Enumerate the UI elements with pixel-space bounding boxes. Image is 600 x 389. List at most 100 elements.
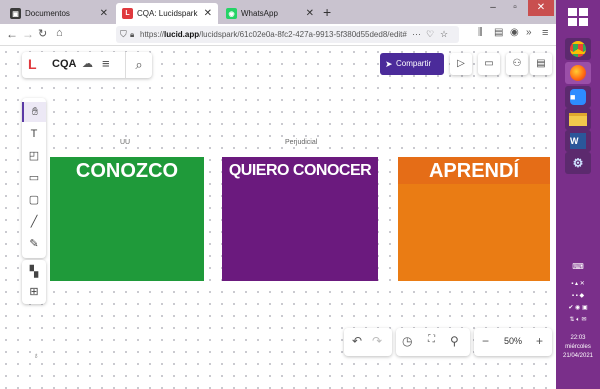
text-tool-icon[interactable]: T — [22, 124, 46, 144]
tab-label: CQA: Lucidspark — [137, 9, 198, 18]
pen-tool-icon[interactable]: ✎ — [22, 234, 46, 254]
account-icon[interactable]: ◉ — [510, 27, 519, 38]
url-prefix: https:// — [140, 30, 165, 39]
sticky-note-tool-icon[interactable]: ◰ — [22, 146, 46, 166]
network-app-icon[interactable]: ⚙ — [565, 152, 591, 174]
card-title: QUIERO CONOCER — [228, 162, 372, 179]
overflow-icon[interactable]: » — [526, 27, 532, 38]
send-icon: ➤ — [385, 59, 393, 69]
undo-redo-group: ↶ ↷ — [344, 328, 392, 356]
reload-icon[interactable]: ↻ — [38, 27, 47, 40]
zoom-app-icon[interactable]: ■ — [565, 86, 591, 108]
shape-tool-icon[interactable]: ▭ — [22, 168, 46, 188]
notes-icon: ▤ — [536, 58, 546, 69]
column-label: Perjudicial — [285, 139, 318, 146]
card-title: CONOZCO — [75, 160, 179, 182]
left-toolbar-extra: ▚ ⊞ — [22, 260, 46, 304]
browser-menu-icon[interactable]: ≡ — [542, 27, 548, 39]
table-icon[interactable]: ⊞ — [22, 282, 46, 302]
present-icon: ▷ — [457, 58, 465, 69]
windows-start-icon[interactable] — [568, 8, 588, 26]
fit-to-screen-icon[interactable]: ⛶ — [428, 334, 435, 345]
tray-icons-row[interactable]: ⇅ 🔈︎ ✉ — [560, 316, 596, 324]
bookmark-star-icon[interactable]: ☆ — [440, 26, 448, 43]
line-tool-icon[interactable]: ╱ — [22, 212, 46, 232]
card-quiero-conocer[interactable]: QUIERO CONOCER — [222, 157, 378, 281]
lucid-logo[interactable]: L — [28, 56, 37, 72]
search-button[interactable]: ⌕ — [125, 52, 152, 78]
lucid-footer-icon: ♁ — [33, 351, 39, 360]
card-conozco[interactable]: CONOZCO — [50, 157, 204, 281]
documents-favicon-icon: ▣ — [10, 8, 21, 19]
minimize-button[interactable]: – — [482, 0, 504, 16]
maximize-button[interactable]: ▫ — [504, 0, 526, 16]
window-close-button[interactable]: ✕ — [528, 0, 554, 16]
url-host: lucid.app — [164, 30, 200, 39]
document-title[interactable]: CQA — [52, 58, 76, 70]
back-icon[interactable]: ← — [6, 27, 18, 41]
left-toolbar: ✋︎ T ◰ ▭ ▢ ╱ ✎ — [22, 98, 46, 258]
firefox-icon[interactable] — [565, 62, 591, 84]
tab-label: Documentos — [25, 9, 70, 18]
tray-icons-row[interactable]: ▪ ▴ ✕ — [560, 280, 596, 287]
comments-button[interactable]: ▭ — [478, 53, 500, 75]
menu-icon[interactable]: ≡ — [102, 56, 110, 71]
board-canvas[interactable]: L CQA ☁ ≡ ⌕ ➤ Compartir ▷ ▭ ⚇ ▤ ✋︎ T ◰ ▭… — [0, 46, 556, 389]
clock-time: 22:03 — [570, 335, 586, 341]
page-actions-icon[interactable]: ··· — [412, 26, 421, 43]
location-icon[interactable]: ⚲ — [450, 334, 459, 348]
card-title: APRENDÍ — [428, 160, 519, 182]
tab-label: WhatsApp — [241, 9, 278, 18]
close-icon[interactable]: ✕ — [100, 8, 108, 19]
hand-tool-icon[interactable]: ✋︎ — [22, 102, 46, 122]
templates-icon[interactable]: ▚ — [22, 262, 46, 282]
navigation-bar: ← → ↻ ⌂ ⛉ 🔒︎ https://lucid.app/lucidspar… — [0, 24, 556, 46]
close-icon[interactable]: ✕ — [204, 8, 212, 19]
tray-icons-row[interactable]: ✔ ◉ ▣ — [560, 304, 596, 311]
history-icon[interactable]: ◷ — [402, 334, 412, 348]
browser-tab-bar: ▣ Documentos ✕ L CQA: Lucidspark ✕ ◉ Wha… — [0, 0, 556, 24]
home-icon[interactable]: ⌂ — [56, 27, 63, 39]
notes-button[interactable]: ▤ — [530, 53, 552, 75]
whatsapp-favicon-icon: ◉ — [226, 8, 237, 19]
clock-day: miércoles — [565, 344, 591, 350]
close-icon[interactable]: ✕ — [306, 8, 314, 19]
collaborators-button[interactable]: ⚇ — [506, 53, 528, 75]
undo-icon[interactable]: ↶ — [352, 334, 362, 348]
library-icon[interactable]: ⫼ — [478, 27, 483, 38]
tab-documentos[interactable]: ▣ Documentos ✕ — [4, 3, 114, 24]
cloud-sync-icon: ☁ — [82, 58, 93, 70]
pocket-icon[interactable]: ♡ — [426, 26, 434, 43]
comment-icon: ▭ — [484, 58, 494, 69]
share-label: Compartir — [396, 59, 432, 68]
forward-icon[interactable]: → — [22, 27, 34, 41]
zoom-out-button[interactable]: − — [482, 334, 489, 348]
tab-whatsapp[interactable]: ◉ WhatsApp ✕ — [220, 3, 320, 24]
zoom-in-button[interactable]: + — [536, 334, 543, 348]
reader-view-icon[interactable]: ▤ — [494, 27, 503, 38]
chrome-icon[interactable] — [565, 38, 591, 60]
keyboard-icon[interactable]: ⌨ — [560, 262, 596, 271]
zoom-level[interactable]: 50% — [504, 336, 522, 346]
file-explorer-icon[interactable] — [565, 108, 591, 130]
word-icon[interactable]: W — [565, 130, 591, 152]
app-toolbar: L CQA ☁ ≡ ⌕ — [22, 52, 152, 78]
url-path: /lucidspark/61c02e0a-8fc2-427a-9913-5f38… — [199, 30, 407, 39]
redo-icon[interactable]: ↷ — [372, 334, 382, 348]
system-clock[interactable]: 22:03 miércoles 21/04/2021 — [558, 334, 598, 361]
new-tab-button[interactable]: + — [323, 4, 331, 20]
tab-lucidspark[interactable]: L CQA: Lucidspark ✕ — [116, 3, 218, 24]
present-button[interactable]: ▷ — [450, 53, 472, 75]
frame-tool-icon[interactable]: ▢ — [22, 190, 46, 210]
lock-icon: 🔒︎ — [130, 30, 135, 39]
address-bar[interactable]: ⛉ 🔒︎ https://lucid.app/lucidspark/61c02e… — [116, 26, 459, 43]
people-icon: ⚇ — [512, 58, 522, 69]
search-icon: ⌕ — [135, 57, 143, 72]
zoom-controls: − 50% + — [474, 328, 552, 356]
shield-icon: ⛉ — [120, 29, 127, 39]
card-aprendi[interactable]: APRENDÍ — [398, 157, 550, 281]
windows-taskbar: ■ W ⚙ ⌨ ▪ ▴ ✕ ▪ ▪ ◆ ✔ ◉ ▣ ⇅ 🔈︎ ✉ 22:03 m… — [556, 0, 600, 389]
tray-icons-row[interactable]: ▪ ▪ ◆ — [560, 292, 596, 299]
column-label: UU — [120, 139, 131, 146]
share-button[interactable]: ➤ Compartir — [380, 53, 444, 75]
